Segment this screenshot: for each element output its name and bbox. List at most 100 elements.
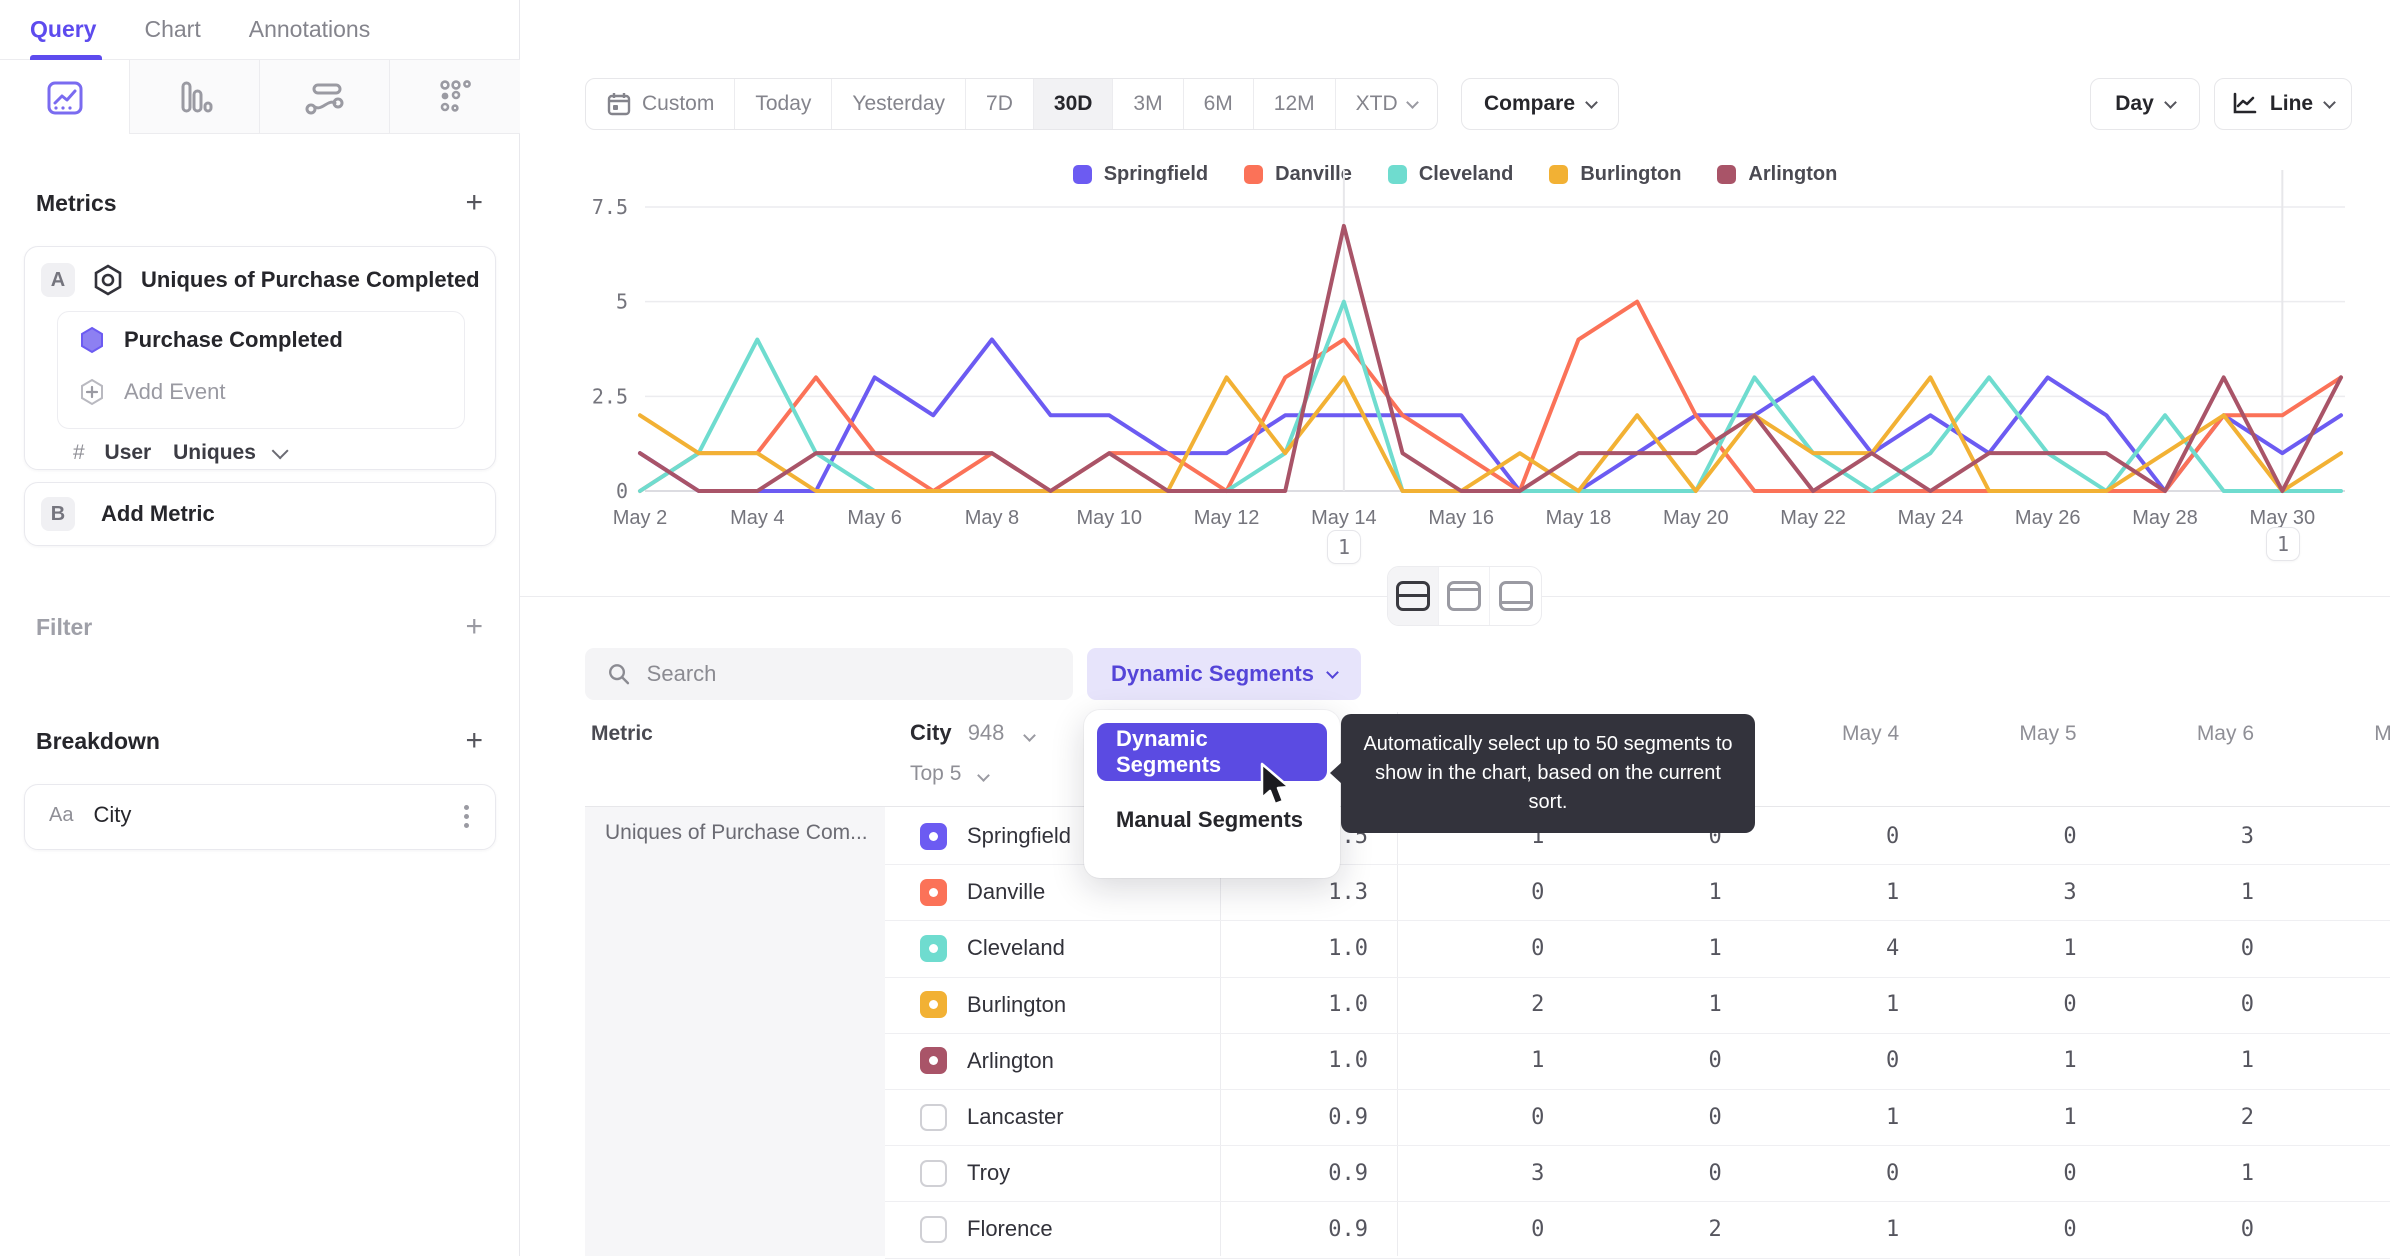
legend-item-burlington[interactable]: Burlington: [1549, 163, 1681, 186]
day-value: 1: [1885, 1104, 1900, 1130]
table-row-florence[interactable]: Florence 0.9 0 2 1 0 0: [885, 1201, 2390, 1257]
metrics-title: Metrics: [36, 189, 117, 216]
legend-swatch: [1387, 165, 1407, 184]
metric-card-b[interactable]: B Add Metric: [24, 482, 496, 546]
chevron-down-icon: [1585, 95, 1598, 109]
chevron-down-icon: [1405, 95, 1419, 109]
add-filter-plus-icon[interactable]: +: [465, 612, 483, 642]
legend-item-arlington[interactable]: Arlington: [1717, 163, 1837, 186]
segment-checkbox-checked[interactable]: [920, 991, 947, 1019]
top-n-selector[interactable]: Top 5: [910, 762, 991, 786]
table-row-cleveland[interactable]: Cleveland 1.0 0 1 4 1 0: [885, 920, 2390, 976]
tab-annotations[interactable]: Annotations: [249, 0, 370, 60]
event-hexagon-icon: [81, 326, 103, 354]
tab-query[interactable]: Query: [30, 0, 104, 60]
search-input[interactable]: [646, 661, 1051, 687]
x-axis-tick: May 10: [1076, 507, 1142, 529]
day-value: 0: [1531, 879, 1545, 905]
group-count: 948: [967, 720, 1005, 745]
segment-mode-button[interactable]: Dynamic Segments: [1087, 648, 1361, 700]
legend-swatch: [1549, 165, 1569, 184]
range-yesterday[interactable]: Yesterday: [832, 79, 967, 129]
segment-checkbox-checked[interactable]: [920, 822, 947, 850]
table-row-lancaster[interactable]: Lancaster 0.9 0 0 1 1 2: [885, 1089, 2390, 1145]
layout-chart-button[interactable]: [1439, 567, 1490, 625]
table-row-arlington[interactable]: Arlington 1.0 1 0 0 1 1: [885, 1033, 2390, 1089]
legend-item-danville[interactable]: Danville: [1244, 163, 1352, 186]
range-7d[interactable]: 7D: [966, 79, 1034, 129]
tab-chart[interactable]: Chart: [144, 0, 200, 60]
chart-legend: Springfield Danville Cleveland Burlington Ar…: [520, 163, 2390, 186]
day-value: 1: [2063, 1048, 2077, 1074]
metric-b-title: Add Metric: [101, 501, 215, 526]
add-metric-plus-icon[interactable]: +: [465, 188, 483, 218]
metrics-section-header: Metrics +: [36, 188, 483, 218]
day-value: 1: [2240, 879, 2254, 905]
segment-name: Danville: [967, 879, 1046, 905]
interval-button[interactable]: Day: [2090, 78, 2200, 130]
range-label: 6M: [1203, 92, 1233, 115]
metric-card-a[interactable]: A Uniques of Purchase Completed Purchase…: [24, 246, 496, 470]
chart-type-scatter[interactable]: [390, 60, 520, 134]
range-today[interactable]: Today: [735, 79, 833, 129]
day-column-header: May 7: [2374, 722, 2390, 745]
compare-button[interactable]: Compare: [1461, 78, 1619, 130]
day-value: 3: [2240, 823, 2254, 849]
kebab-menu-icon[interactable]: [464, 805, 469, 828]
day-value: 1: [1885, 992, 1900, 1018]
sidebar-tabbar: Query Chart Annotations: [0, 0, 520, 60]
legend-label: Cleveland: [1418, 163, 1514, 185]
breakdown-property-label: City: [93, 802, 132, 827]
breakdown-city-card[interactable]: Aa City: [24, 784, 496, 850]
day-column-header: May 4: [1842, 722, 1900, 745]
range-12m[interactable]: 12M: [1254, 79, 1336, 129]
add-event-row[interactable]: Add Event: [78, 378, 226, 406]
table-row-troy[interactable]: Troy 0.9 3 0 0 0 1: [885, 1145, 2390, 1201]
chart-type-line[interactable]: [0, 60, 130, 134]
property-type-icon: Aa: [49, 803, 74, 826]
segment-checkbox-unchecked[interactable]: [920, 1215, 947, 1243]
range-3m[interactable]: 3M: [1113, 79, 1184, 129]
segment-checkbox-unchecked[interactable]: [920, 1103, 947, 1131]
annotation-badge[interactable]: 1: [2266, 527, 2300, 561]
x-axis-tick: May 18: [1546, 507, 1612, 529]
day-value: 0: [1531, 1104, 1545, 1130]
table-row-burlington[interactable]: Burlington 1.0 2 1 1 0 0: [885, 977, 2390, 1033]
range-label: Today: [755, 92, 812, 115]
chevron-down-icon: [1022, 729, 1036, 742]
segment-checkbox-unchecked[interactable]: [920, 1159, 947, 1187]
line-chart-icon: [47, 81, 82, 115]
event-row[interactable]: Purchase Completed: [78, 326, 343, 354]
range-6m[interactable]: 6M: [1184, 79, 1254, 129]
group-by-header[interactable]: City 948: [910, 720, 1036, 746]
add-breakdown-plus-icon[interactable]: +: [465, 726, 483, 756]
chart-type-bar[interactable]: [130, 60, 260, 134]
layout-split-button[interactable]: [1388, 567, 1439, 625]
day-value: 1: [1531, 1048, 1545, 1074]
y-axis-tick: 7.5: [592, 195, 628, 219]
range-custom[interactable]: Custom: [586, 79, 736, 129]
range-xtd[interactable]: XTD: [1336, 79, 1437, 129]
range-30d[interactable]: 30D: [1033, 79, 1114, 129]
x-axis-tick: May 20: [1663, 507, 1729, 529]
x-axis-tick: May 22: [1780, 507, 1846, 529]
segment-checkbox-checked[interactable]: [920, 878, 947, 906]
segment-checkbox-checked[interactable]: [920, 1047, 947, 1075]
annotation-badge[interactable]: 1: [1327, 530, 1361, 564]
layout-table-button[interactable]: [1490, 567, 1541, 625]
day-value: 2: [1531, 992, 1545, 1018]
dynamic-segments-tooltip: Automatically select up to 50 segments t…: [1330, 714, 1755, 833]
y-axis-tick: 5: [616, 290, 628, 314]
segment-checkbox-checked[interactable]: [920, 934, 947, 962]
legend-item-cleveland[interactable]: Cleveland: [1387, 163, 1514, 186]
x-axis-tick: May 30: [2250, 507, 2316, 529]
chart-type-flow[interactable]: [260, 60, 390, 134]
chart-style-button[interactable]: Line: [2214, 78, 2352, 130]
amplitude-query-page: Query Chart Annotations Metrics + A Uniq…: [0, 0, 2390, 1259]
metric-b-badge: B: [41, 497, 75, 531]
calendar-icon: [607, 93, 631, 116]
legend-item-springfield[interactable]: Springfield: [1072, 163, 1208, 186]
y-axis-tick: 0: [616, 479, 628, 503]
measure-selector[interactable]: # User Uniques: [73, 441, 289, 465]
avg-value: 0.9: [1328, 1104, 1368, 1130]
